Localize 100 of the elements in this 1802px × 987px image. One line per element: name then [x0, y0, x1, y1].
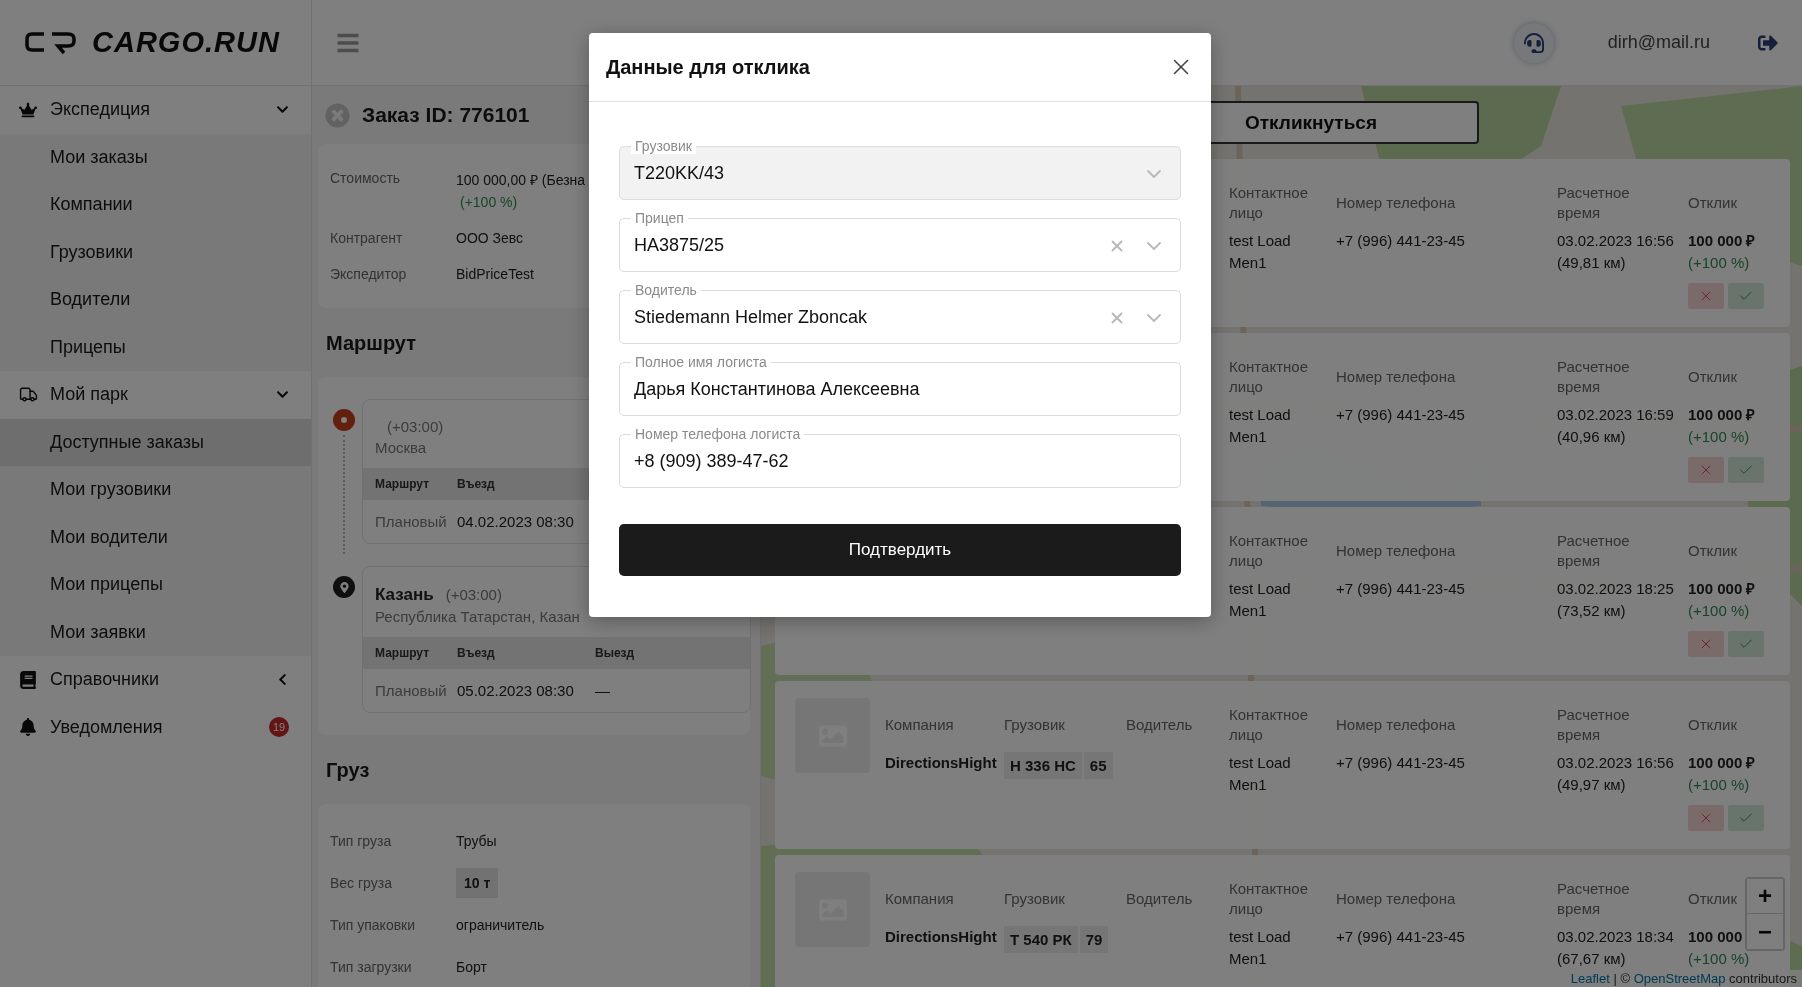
column-label: Отклик — [1688, 193, 1737, 213]
column-label: Расчетное время — [1557, 531, 1631, 571]
contact-name: test Load Men1 — [1229, 405, 1292, 447]
column-label: Номер телефона — [1336, 193, 1456, 213]
detail-label: Тип упаковки — [330, 917, 417, 933]
detail-value: 100 000,00 ₽ (Безна — [456, 171, 586, 189]
column-label: Водитель — [1126, 715, 1193, 735]
arrival-time: 03.02.2023 16:56 — [1557, 231, 1674, 251]
column-label: Контактное лицо — [1229, 357, 1309, 397]
distance: (67,67 км) — [1557, 949, 1626, 969]
detail-label: Контрагент — [330, 230, 404, 246]
menu-item[interactable]: Мои водители — [0, 513, 311, 561]
accept-button[interactable] — [1728, 805, 1764, 831]
confirm-button[interactable]: Подтвердить — [619, 524, 1181, 576]
bell-icon — [18, 718, 38, 737]
table-header: Выезд — [595, 637, 750, 669]
city-name: Казань — [375, 585, 434, 604]
menu-group[interactable]: Мой парк — [0, 371, 311, 419]
close-icon[interactable] — [325, 102, 350, 128]
percent-note: (+100 %) — [1688, 253, 1750, 273]
column-label: Расчетное время — [1557, 357, 1631, 397]
leaflet-link[interactable]: Leaflet — [1570, 971, 1610, 986]
order-title: Заказ ID: 776101 — [362, 103, 530, 127]
column-label: Расчетное время — [1557, 879, 1631, 919]
contact-name: test Load Men1 — [1229, 579, 1292, 621]
reject-button[interactable] — [1688, 805, 1724, 831]
table-header: Въезд — [457, 637, 595, 669]
price: 100 000 ₽ — [1688, 753, 1756, 773]
phone-number: +7 (996) 441-23-45 — [1336, 579, 1465, 599]
plate-number: Т 540 РК — [1004, 926, 1078, 953]
column-label: Номер телефона — [1336, 889, 1456, 909]
section-heading: Груз — [325, 758, 371, 783]
menu-item[interactable]: Прицепы — [0, 323, 311, 371]
reject-button[interactable] — [1688, 457, 1724, 483]
crown-icon — [18, 100, 38, 119]
column-label: Контактное лицо — [1229, 879, 1309, 919]
detail-label: Вес груза — [330, 875, 393, 891]
column-label: Отклик — [1688, 367, 1737, 387]
support-button[interactable] — [1513, 22, 1554, 63]
plate-region: 79 — [1079, 926, 1109, 953]
phone-number: +7 (996) 441-23-45 — [1336, 405, 1465, 425]
input-field[interactable]: Номер телефона логиста +8 (909) 389-47-62 — [619, 426, 1181, 488]
address: Республика Татарстан, Казан — [375, 608, 580, 625]
map-marker-icon — [333, 576, 355, 598]
menu-item[interactable]: Водители — [0, 276, 311, 324]
detail-value: ограничитель — [456, 916, 546, 935]
book-icon — [18, 670, 38, 689]
percent-note: (+100 %) — [1688, 601, 1750, 621]
price: 100 000 ₽ — [1688, 231, 1756, 251]
company-name: DirectionsHight — [885, 753, 998, 773]
column-label: Номер телефона — [1336, 715, 1456, 735]
plate-number: Н 336 НС — [1004, 752, 1082, 779]
accept-button[interactable] — [1728, 631, 1764, 657]
column-label: Грузовик — [1004, 715, 1065, 735]
menu-item[interactable]: Мои прицепы — [0, 561, 311, 609]
column-label: Отклик — [1688, 541, 1737, 561]
input-field[interactable]: Полное имя логиста Дарья Константинова Алексеевна — [619, 354, 1181, 416]
osm-link[interactable]: OpenStreetMap — [1633, 971, 1726, 986]
detail-value: Трубы — [456, 832, 498, 851]
detail-label: Тип загрузки — [330, 959, 413, 975]
contact-name: test Load Men1 — [1229, 231, 1292, 273]
contact-name: test Load Men1 — [1229, 927, 1292, 969]
user-email: dirh@mail.ru — [1607, 32, 1710, 53]
table-cell-text: 04.02.2023 08:30 — [457, 512, 575, 532]
truck-icon — [18, 385, 38, 405]
column-label: Контактное лицо — [1229, 705, 1309, 745]
timezone: (+03:00) — [387, 418, 444, 435]
menu-group[interactable]: Справочники — [0, 656, 311, 704]
dialog-title: Данные для отклика — [606, 55, 810, 79]
menu-item[interactable]: Грузовики — [0, 228, 311, 276]
menu-item[interactable]: Доступные заказы — [0, 418, 311, 466]
distance: (40,96 км) — [1557, 427, 1626, 447]
table-cell-text: — — [595, 681, 611, 701]
distance: (49,97 км) — [1557, 775, 1626, 795]
menu-item[interactable]: Мои грузовики — [0, 466, 311, 514]
accept-button[interactable] — [1728, 457, 1764, 483]
column-label: Контактное лицо — [1229, 531, 1309, 571]
zoom-in-button[interactable]: + — [1747, 879, 1783, 914]
select-field[interactable]: Водитель Stiedemann Helmer Zboncak — [619, 282, 1181, 344]
menu-group[interactable]: Уведомления 19 — [0, 703, 311, 751]
accept-button[interactable] — [1728, 283, 1764, 309]
column-label: Отклик — [1688, 715, 1737, 735]
distance: (49,81 км) — [1557, 253, 1626, 273]
menu-item[interactable]: Мои заявки — [0, 608, 311, 656]
select-field[interactable]: Прицеп HA3875/25 — [619, 210, 1181, 272]
distance: (73,52 км) — [1557, 601, 1626, 621]
percent-note: (+100 %) — [1688, 775, 1750, 795]
menu-item[interactable]: Компании — [0, 181, 311, 229]
column-label: Компания — [885, 715, 954, 735]
detail-value: BidPriceTest — [456, 266, 534, 282]
detail-label: Экспедитор — [330, 266, 408, 282]
price: 100 000 ₽ — [1688, 579, 1756, 599]
menu-item[interactable]: Мои заказы — [0, 133, 311, 181]
arrival-time: 03.02.2023 16:59 — [1557, 405, 1674, 425]
menu-group[interactable]: Экспедиция — [0, 86, 311, 134]
arrival-time: 03.02.2023 18:25 — [1557, 579, 1674, 599]
reject-button[interactable] — [1688, 283, 1724, 309]
plate-region: 65 — [1083, 752, 1113, 779]
reject-button[interactable] — [1688, 631, 1724, 657]
arrival-time: 03.02.2023 18:34 — [1557, 927, 1674, 947]
